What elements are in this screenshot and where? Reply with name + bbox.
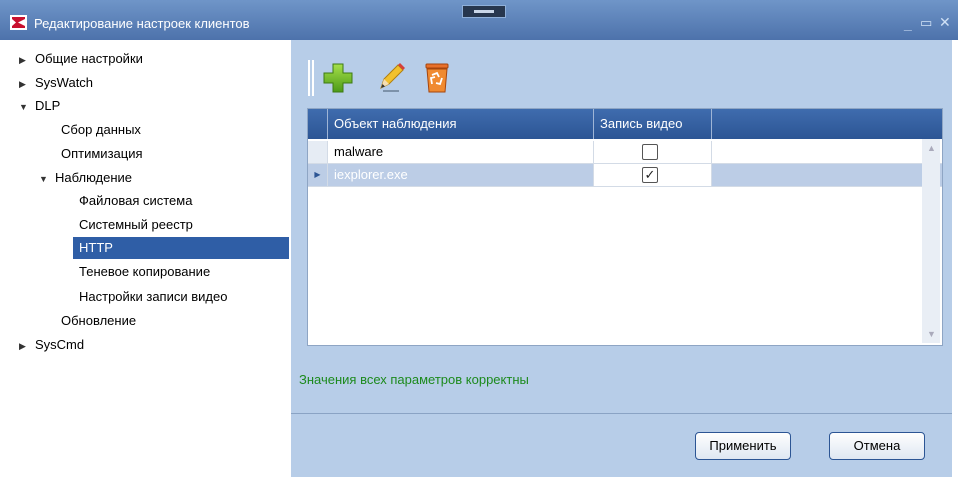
tree-item-shadow-copy[interactable]: Теневое копирование bbox=[79, 261, 210, 283]
column-header-video[interactable]: Запись видео bbox=[594, 109, 712, 139]
settings-window: Редактирование настроек клиентов _ ▭ ✕ ▶… bbox=[0, 0, 958, 479]
tree-item-file-system[interactable]: Файловая система bbox=[79, 190, 192, 212]
settings-tree: ▶ Общие настройки ▶ SysWatch ▼ DLP Сбор дан… bbox=[5, 40, 292, 477]
tree-item-label: HTTP bbox=[79, 240, 113, 255]
tree-item-label: Сбор данных bbox=[61, 122, 141, 137]
row-indicator bbox=[308, 141, 328, 163]
tree-item-monitoring[interactable]: ▼ Наблюдение bbox=[39, 167, 132, 189]
tree-item-optimization[interactable]: Оптимизация bbox=[61, 143, 143, 165]
row-indicator-header bbox=[308, 109, 328, 139]
tree-item-label: Системный реестр bbox=[79, 217, 193, 232]
tree-item-label: Общие настройки bbox=[35, 51, 143, 66]
tree-item-label: Файловая система bbox=[79, 193, 193, 208]
scroll-down-icon[interactable]: ▼ bbox=[927, 329, 936, 339]
object-cell[interactable]: iexplorer.exe bbox=[328, 164, 594, 186]
apply-button[interactable]: Применить bbox=[695, 432, 791, 460]
chevron-right-icon[interactable]: ▶ bbox=[19, 73, 35, 95]
tree-item-label: Настройки записи видео bbox=[79, 289, 228, 304]
title-bar[interactable]: Редактирование настроек клиентов _ ▭ ✕ bbox=[0, 0, 958, 40]
record-video-checkbox[interactable]: ✓ bbox=[642, 167, 658, 183]
video-cell: ✓ bbox=[594, 164, 712, 186]
tree-item-label: DLP bbox=[35, 98, 61, 113]
record-video-checkbox[interactable] bbox=[642, 144, 658, 160]
minimize-button[interactable]: _ bbox=[904, 16, 912, 32]
tree-item-syscmd[interactable]: ▶ SysCmd bbox=[19, 334, 84, 356]
table-row[interactable]: malware bbox=[308, 141, 942, 164]
table-row[interactable]: ▶ iexplorer.exe ✓ bbox=[308, 164, 942, 187]
tree-item-label: Теневое копирование bbox=[79, 264, 211, 279]
object-cell[interactable]: malware bbox=[328, 141, 594, 163]
validation-status: Значения всех параметров корректны bbox=[299, 372, 529, 387]
tree-item-label: Обновление bbox=[61, 313, 137, 328]
delete-button[interactable] bbox=[419, 60, 455, 96]
table-header: Объект наблюдения Запись видео bbox=[308, 109, 942, 139]
chevron-down-icon[interactable]: ▼ bbox=[19, 96, 35, 118]
tree-item-general-settings[interactable]: ▶ Общие настройки bbox=[19, 48, 143, 70]
tree-item-video-settings[interactable]: Настройки записи видео bbox=[79, 286, 227, 308]
tree-item-label: SysWatch bbox=[35, 75, 94, 90]
tree-item-dlp[interactable]: ▼ DLP bbox=[19, 95, 60, 117]
tree-item-registry[interactable]: Системный реестр bbox=[79, 214, 193, 236]
maximize-button[interactable]: ▭ bbox=[920, 15, 932, 31]
tree-item-update[interactable]: Обновление bbox=[61, 310, 136, 332]
chevron-right-icon[interactable]: ▶ bbox=[19, 335, 35, 357]
scroll-up-icon[interactable]: ▲ bbox=[927, 143, 936, 153]
toolbar-separator bbox=[308, 60, 314, 96]
video-cell bbox=[594, 141, 712, 163]
pencil-icon bbox=[380, 63, 405, 92]
cancel-button[interactable]: Отмена bbox=[829, 432, 925, 460]
window-title: Редактирование настроек клиентов bbox=[34, 16, 250, 31]
tree-item-data-collection[interactable]: Сбор данных bbox=[61, 119, 141, 141]
close-button[interactable]: ✕ bbox=[939, 14, 951, 31]
drag-handle[interactable] bbox=[462, 5, 506, 18]
chevron-right-icon[interactable]: ▶ bbox=[19, 49, 35, 71]
tree-item-syswatch[interactable]: ▶ SysWatch bbox=[19, 72, 93, 94]
column-header-object[interactable]: Объект наблюдения bbox=[328, 109, 594, 139]
tree-item-label: SysCmd bbox=[35, 337, 85, 352]
observation-table: Объект наблюдения Запись видео malware ▶… bbox=[307, 108, 943, 346]
app-icon bbox=[10, 15, 27, 30]
edit-button[interactable] bbox=[373, 60, 409, 96]
recycle-bin-icon bbox=[425, 63, 449, 93]
vertical-scrollbar[interactable]: ▲ ▼ bbox=[922, 139, 940, 343]
chevron-down-icon[interactable]: ▼ bbox=[39, 168, 55, 190]
add-button[interactable] bbox=[320, 60, 356, 96]
footer-divider bbox=[291, 413, 952, 414]
tree-item-http[interactable]: HTTP bbox=[73, 237, 289, 259]
plus-icon bbox=[323, 63, 353, 93]
tree-item-label: Наблюдение bbox=[55, 170, 133, 185]
tree-item-label: Оптимизация bbox=[61, 146, 143, 161]
row-indicator-arrow-icon: ▶ bbox=[308, 164, 328, 186]
